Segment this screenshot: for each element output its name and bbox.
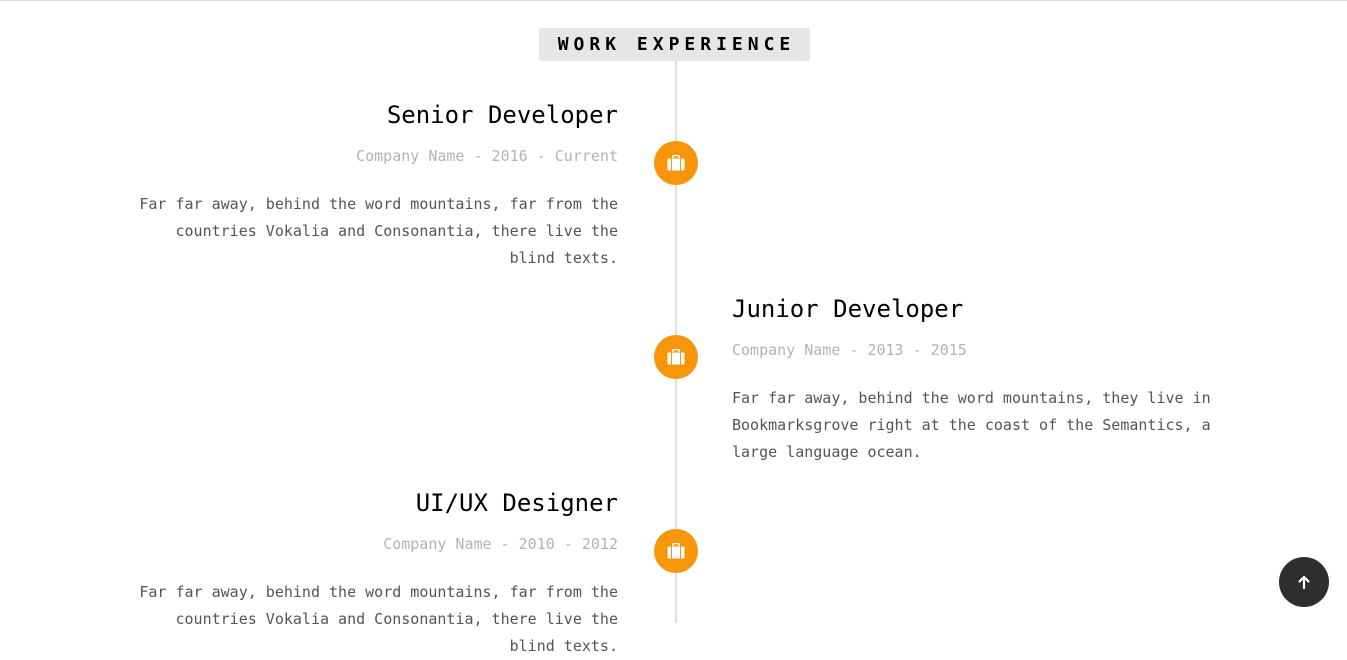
timeline-entry: Junior Developer Company Name - 2013 - 2… (732, 294, 1232, 466)
entry-title: Junior Developer (732, 295, 964, 323)
entry-meta: Company Name - 2010 - 2012 (383, 535, 618, 553)
timeline-node (654, 335, 698, 379)
section-heading: WORK EXPERIENCE (539, 28, 810, 61)
entry-description: Far far away, behind the word mountains,… (139, 195, 618, 267)
timeline-entry: Senior Developer Company Name - 2016 - C… (138, 100, 618, 272)
entry-description: Far far away, behind the word mountains,… (732, 389, 1211, 461)
back-to-top-button[interactable] (1279, 557, 1329, 607)
entry-title: UI/UX Designer (415, 489, 618, 517)
arrow-up-icon (1298, 575, 1310, 590)
entry-meta: Company Name - 2013 - 2015 (732, 341, 967, 359)
briefcase-icon (667, 155, 685, 171)
entry-title: Senior Developer (386, 101, 618, 129)
timeline-node (654, 529, 698, 573)
briefcase-icon (667, 349, 685, 365)
entry-description: Far far away, behind the word mountains,… (139, 583, 618, 655)
entry-meta: Company Name - 2016 - Current (356, 147, 618, 165)
top-divider (0, 0, 1347, 1)
timeline-entry: UI/UX Designer Company Name - 2010 - 201… (138, 488, 618, 660)
timeline-node (654, 141, 698, 185)
briefcase-icon (667, 543, 685, 559)
